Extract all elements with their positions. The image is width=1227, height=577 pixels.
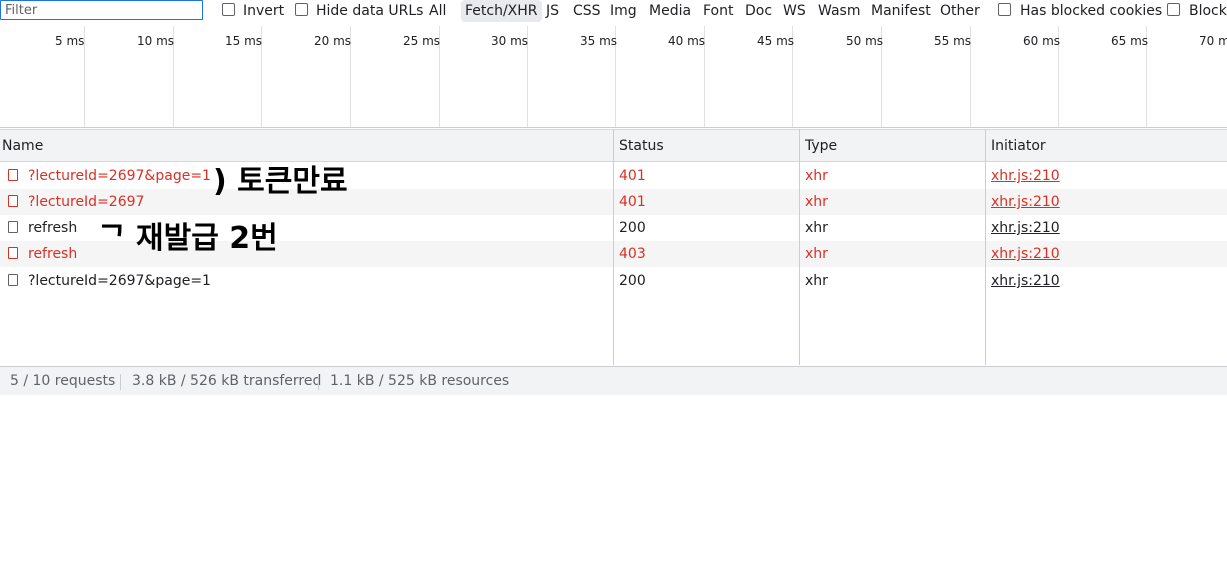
- request-status: 200: [619, 273, 646, 289]
- timeline-tick-label: 10 ms: [137, 34, 175, 48]
- request-initiator-link[interactable]: xhr.js:210: [991, 215, 1060, 241]
- column-header-initiator[interactable]: Initiator: [985, 130, 1046, 162]
- network-toolbar: Invert Hide data URLs All Fetch/XHR JS C…: [0, 0, 1227, 26]
- request-initiator-link[interactable]: xhr.js:210: [991, 189, 1060, 215]
- has-blocked-cookies-checkbox[interactable]: [998, 3, 1011, 16]
- request-type: xhr: [805, 273, 828, 289]
- request-status: 401: [619, 168, 646, 184]
- filter-img[interactable]: Img: [606, 0, 641, 22]
- filter-manifest[interactable]: Manifest: [867, 0, 935, 22]
- filter-font[interactable]: Font: [699, 0, 737, 22]
- column-divider[interactable]: [613, 129, 614, 365]
- request-status: 401: [619, 194, 646, 210]
- timeline-tick-label: 35 ms: [580, 34, 618, 48]
- filter-fetch-xhr[interactable]: Fetch/XHR: [461, 0, 542, 22]
- summary-divider: [318, 374, 319, 390]
- filter-wasm[interactable]: Wasm: [814, 0, 864, 22]
- request-status: 403: [619, 246, 646, 262]
- handwritten-annotation: ᄀ 재발급 2번: [98, 221, 278, 256]
- request-file-icon: [8, 274, 18, 286]
- request-file-icon: [8, 247, 18, 259]
- column-divider[interactable]: [985, 129, 986, 365]
- timeline-tick-label: 25 ms: [403, 34, 441, 48]
- summary-divider: [120, 374, 121, 390]
- filter-all[interactable]: All: [425, 0, 450, 22]
- request-name: ?lectureId=2697: [28, 194, 145, 210]
- timeline-tick-label: 55 ms: [934, 34, 972, 48]
- has-blocked-cookies-label: Has blocked cookies: [1020, 3, 1163, 19]
- filter-media[interactable]: Media: [645, 0, 695, 22]
- filter-css[interactable]: CSS: [569, 0, 605, 22]
- invert-label: Invert: [243, 3, 285, 19]
- timeline-tick-label: 40 ms: [668, 34, 706, 48]
- request-name: ?lectureId=2697&page=1: [28, 273, 211, 289]
- blocked-requests-checkbox[interactable]: [1167, 3, 1180, 16]
- resources-size: 1.1 kB / 525 kB resources: [330, 373, 510, 389]
- hide-data-urls-checkbox[interactable]: [295, 3, 308, 16]
- timeline-tick-label: 15 ms: [225, 34, 263, 48]
- column-header-name[interactable]: Name: [0, 130, 43, 162]
- column-divider[interactable]: [799, 129, 800, 365]
- request-status: 200: [619, 220, 646, 236]
- column-header-type[interactable]: Type: [799, 130, 837, 162]
- request-file-icon: [8, 169, 18, 181]
- request-initiator-link[interactable]: xhr.js:210: [991, 268, 1060, 294]
- request-type: xhr: [805, 220, 828, 236]
- timeline-tick-label: 30 ms: [491, 34, 529, 48]
- column-header-status[interactable]: Status: [613, 130, 664, 162]
- filter-ws[interactable]: WS: [779, 0, 810, 22]
- timeline-tick-label: 60 ms: [1023, 34, 1061, 48]
- timeline-tick-label: 65 ms: [1111, 34, 1149, 48]
- invert-checkbox[interactable]: [222, 3, 235, 16]
- request-name: ?lectureId=2697&page=1: [28, 168, 211, 184]
- timeline-tick-label: 45 ms: [757, 34, 795, 48]
- request-initiator-link[interactable]: xhr.js:210: [991, 241, 1060, 267]
- transferred-size: 3.8 kB / 526 kB transferred: [132, 373, 322, 389]
- requests-count: 5 / 10 requests: [10, 373, 116, 389]
- request-initiator-link[interactable]: xhr.js:210: [991, 163, 1060, 189]
- request-name: refresh: [28, 246, 78, 262]
- filter-other[interactable]: Other: [936, 0, 984, 22]
- request-type: xhr: [805, 194, 828, 210]
- timeline-overview[interactable]: 5 ms 10 ms 15 ms 20 ms 25 ms 30 ms 35 ms…: [0, 26, 1227, 128]
- timeline-tick-label: 70 m: [1199, 34, 1227, 48]
- request-type: xhr: [805, 246, 828, 262]
- network-summary-bar: 5 / 10 requests 3.8 kB / 526 kB transfer…: [0, 366, 1227, 395]
- timeline-tick-label: 20 ms: [314, 34, 352, 48]
- request-type: xhr: [805, 168, 828, 184]
- request-file-icon: [8, 221, 18, 233]
- blocked-requests-label: Blocke: [1189, 3, 1227, 19]
- timeline-tick-label: 50 ms: [846, 34, 884, 48]
- request-file-icon: [8, 195, 18, 207]
- filter-input[interactable]: [0, 0, 203, 20]
- request-name: refresh: [28, 220, 78, 236]
- hide-data-urls-label: Hide data URLs: [316, 3, 424, 19]
- timeline-tick-label: 5 ms: [55, 34, 85, 48]
- handwritten-annotation: ) 토큰만료: [213, 164, 348, 199]
- filter-js[interactable]: JS: [542, 0, 563, 22]
- filter-doc[interactable]: Doc: [741, 0, 776, 22]
